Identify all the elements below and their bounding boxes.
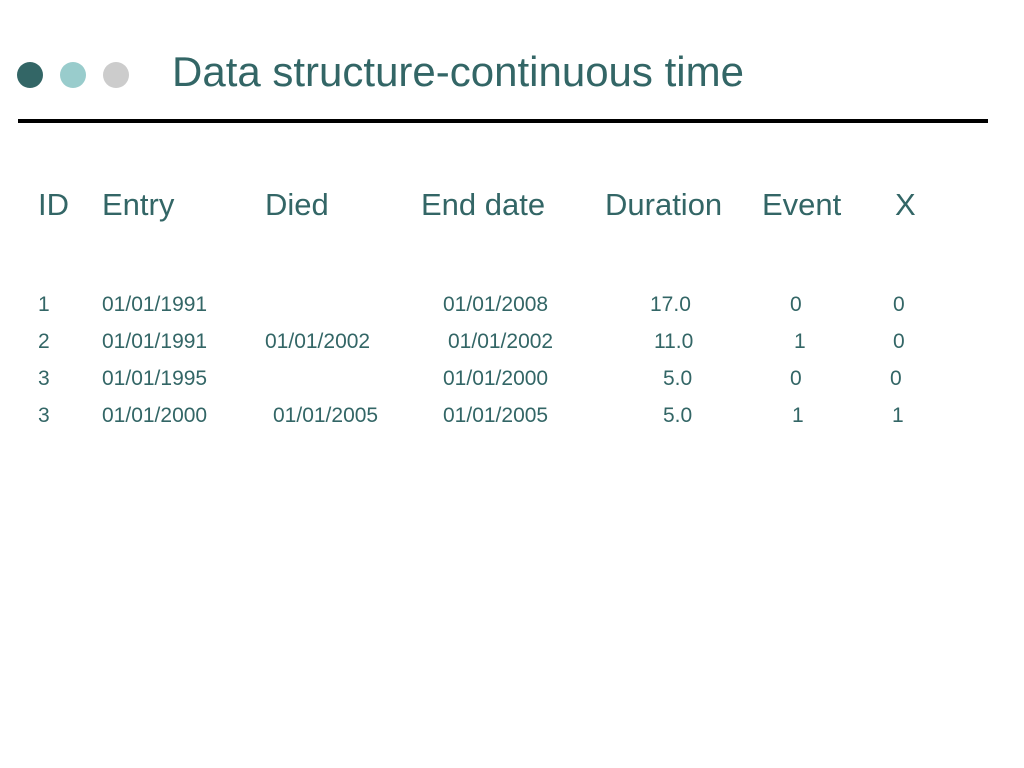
cell-id: 3 [38, 404, 50, 427]
cell-entry: 01/01/1991 [102, 330, 208, 353]
header-died: Died [265, 187, 329, 222]
header-end-date: End date [421, 187, 546, 222]
cell-x: 1 [892, 404, 904, 427]
cell-x: 0 [893, 293, 905, 316]
cell-end-date: 01/01/2000 [443, 367, 549, 390]
cell-duration: 5.0 [663, 367, 693, 390]
cell-event: 0 [790, 367, 802, 390]
cell-duration: 5.0 [663, 404, 693, 427]
cell-died: 01/01/2002 [265, 330, 371, 353]
cell-event: 1 [792, 404, 804, 427]
cell-id: 1 [38, 293, 50, 316]
cell-end-date: 01/01/2002 [448, 330, 554, 353]
cell-x: 0 [890, 367, 902, 390]
cell-duration: 17.0 [650, 293, 691, 316]
header-id: ID [38, 187, 69, 222]
cell-entry: 01/01/1991 [102, 293, 208, 316]
bullet-dot-light-icon [60, 62, 86, 88]
header-x: X [895, 187, 916, 222]
cell-entry: 01/01/2000 [102, 404, 208, 427]
bullet-dot-dark-icon [17, 62, 43, 88]
cell-id: 2 [38, 330, 50, 353]
header-event: Event [762, 187, 842, 222]
bullet-dot-grey-icon [103, 62, 129, 88]
header-entry: Entry [102, 187, 175, 222]
cell-x: 0 [893, 330, 905, 353]
cell-died: 01/01/2005 [273, 404, 379, 427]
cell-entry: 01/01/1995 [102, 367, 208, 390]
header-duration: Duration [605, 187, 723, 222]
title-divider [18, 119, 988, 123]
slide-title: Data structure-continuous time [172, 48, 744, 95]
cell-id: 3 [38, 367, 50, 390]
cell-end-date: 01/01/2008 [443, 293, 549, 316]
cell-duration: 11.0 [654, 330, 694, 353]
cell-event: 0 [790, 293, 802, 316]
cell-event: 1 [794, 330, 806, 353]
cell-end-date: 01/01/2005 [443, 404, 549, 427]
